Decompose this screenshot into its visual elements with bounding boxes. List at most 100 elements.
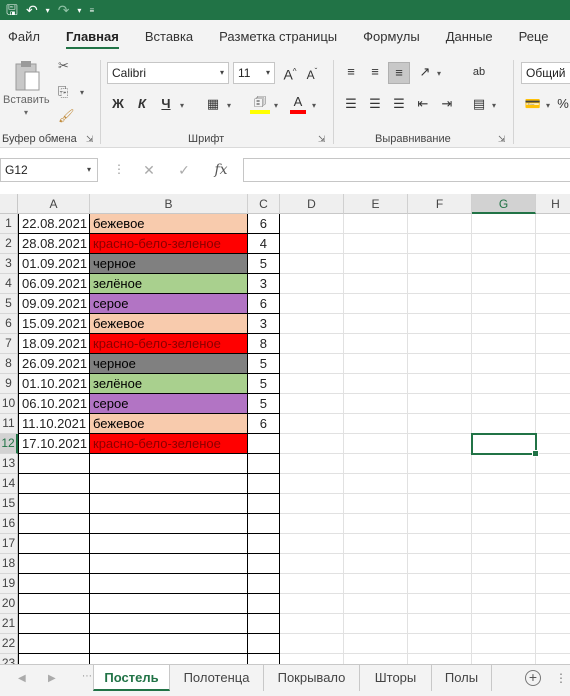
cell[interactable] <box>344 214 408 234</box>
cell-date[interactable]: 22.08.2021 <box>18 214 90 234</box>
cell[interactable] <box>472 254 536 274</box>
row-header-23[interactable]: 23 <box>0 654 18 664</box>
italic-button[interactable]: К <box>134 94 150 116</box>
row-header-18[interactable]: 18 <box>0 554 18 574</box>
cell-date[interactable]: 17.10.2021 <box>18 434 90 454</box>
cell[interactable] <box>280 654 344 664</box>
cell-quantity[interactable]: 5 <box>248 254 280 274</box>
cell[interactable] <box>408 534 472 554</box>
cell[interactable] <box>536 294 570 314</box>
bold-button[interactable]: Ж <box>110 94 126 116</box>
cell[interactable] <box>248 634 280 654</box>
cell[interactable] <box>344 374 408 394</box>
cell-date[interactable]: 01.09.2021 <box>18 254 90 274</box>
cell[interactable] <box>408 434 472 454</box>
sheet-tab-4[interactable]: Полы <box>432 665 492 691</box>
cell-color-name[interactable]: бежевое <box>90 314 248 334</box>
cell-quantity[interactable]: 6 <box>248 294 280 314</box>
cell[interactable] <box>280 334 344 354</box>
cell[interactable] <box>344 334 408 354</box>
align-right-icon[interactable]: ☰ <box>390 94 408 116</box>
cell[interactable] <box>280 514 344 534</box>
orientation-icon[interactable]: ↗ <box>416 62 434 84</box>
cell[interactable] <box>472 354 536 374</box>
cell[interactable] <box>472 534 536 554</box>
cell[interactable] <box>248 514 280 534</box>
cell[interactable] <box>90 454 248 474</box>
cell[interactable] <box>344 234 408 254</box>
font-launcher-icon[interactable]: ⇲ <box>318 134 326 145</box>
paste-icon[interactable] <box>12 60 42 94</box>
cell[interactable] <box>280 254 344 274</box>
cell[interactable] <box>344 614 408 634</box>
cell[interactable] <box>536 394 570 414</box>
cell[interactable] <box>344 514 408 534</box>
cell[interactable] <box>248 454 280 474</box>
cell[interactable] <box>536 274 570 294</box>
cell[interactable] <box>472 474 536 494</box>
cell[interactable] <box>18 574 90 594</box>
redo-icon[interactable]: ↷ <box>58 0 70 20</box>
cell[interactable] <box>18 454 90 474</box>
cell[interactable] <box>280 494 344 514</box>
cell-quantity[interactable]: 8 <box>248 334 280 354</box>
row-header-5[interactable]: 5 <box>0 294 18 314</box>
worksheet-grid[interactable]: A B C D E F G H 1 22.08.2021 бежевое 6 2 28.08.2021 кр… <box>0 194 570 664</box>
cell-quantity[interactable]: 6 <box>248 214 280 234</box>
cell[interactable] <box>344 574 408 594</box>
cell[interactable] <box>408 314 472 334</box>
cell[interactable] <box>408 294 472 314</box>
cell[interactable] <box>18 594 90 614</box>
cell[interactable] <box>536 594 570 614</box>
cell[interactable] <box>472 234 536 254</box>
cell[interactable] <box>18 614 90 634</box>
cell-date[interactable]: 28.08.2021 <box>18 234 90 254</box>
row-header-13[interactable]: 13 <box>0 454 18 474</box>
cell[interactable] <box>408 574 472 594</box>
row-header-3[interactable]: 3 <box>0 254 18 274</box>
row-header-7[interactable]: 7 <box>0 334 18 354</box>
cell[interactable] <box>536 334 570 354</box>
cell[interactable] <box>248 654 280 664</box>
cell[interactable] <box>408 614 472 634</box>
save-icon[interactable]: 🖫 <box>6 0 18 20</box>
cell[interactable] <box>18 514 90 534</box>
cell[interactable] <box>408 594 472 614</box>
cut-icon[interactable]: ✂ <box>58 58 69 74</box>
cell[interactable] <box>280 474 344 494</box>
cell-date[interactable]: 18.09.2021 <box>18 334 90 354</box>
select-all-corner[interactable] <box>0 194 18 214</box>
cell[interactable] <box>472 414 536 434</box>
cell[interactable] <box>472 314 536 334</box>
cell-quantity[interactable]: 5 <box>248 354 280 374</box>
paste-button-label[interactable]: Вставить <box>3 94 50 106</box>
cell-date[interactable]: 09.09.2021 <box>18 294 90 314</box>
name-box[interactable]: G12 ▾ <box>0 158 98 182</box>
row-header-2[interactable]: 2 <box>0 234 18 254</box>
cell[interactable] <box>408 514 472 534</box>
redo-dropdown-icon[interactable]: ▾ <box>77 6 81 15</box>
tab-0[interactable]: Файл <box>0 20 53 54</box>
cell[interactable] <box>472 614 536 634</box>
align-bottom-icon[interactable]: ≡ <box>388 62 410 84</box>
cell-date[interactable]: 06.09.2021 <box>18 274 90 294</box>
cell[interactable] <box>248 574 280 594</box>
cell[interactable] <box>536 374 570 394</box>
format-painter-icon[interactable]: 🖌 <box>58 108 75 124</box>
font-name-select[interactable]: Calibri ▾ <box>107 62 229 84</box>
cell[interactable] <box>472 394 536 414</box>
cell[interactable] <box>408 354 472 374</box>
row-header-6[interactable]: 6 <box>0 314 18 334</box>
borders-icon[interactable]: ▦ <box>204 94 222 116</box>
column-header-d[interactable]: D <box>280 194 344 214</box>
cell[interactable] <box>536 434 570 454</box>
cell[interactable] <box>280 214 344 234</box>
cell[interactable] <box>344 314 408 334</box>
align-left-icon[interactable]: ☰ <box>342 94 360 116</box>
cell-date[interactable]: 26.09.2021 <box>18 354 90 374</box>
more-options-icon[interactable]: ⋮ <box>555 671 567 685</box>
row-header-19[interactable]: 19 <box>0 574 18 594</box>
cell-date[interactable]: 01.10.2021 <box>18 374 90 394</box>
cell[interactable] <box>280 274 344 294</box>
cell[interactable] <box>18 654 90 664</box>
